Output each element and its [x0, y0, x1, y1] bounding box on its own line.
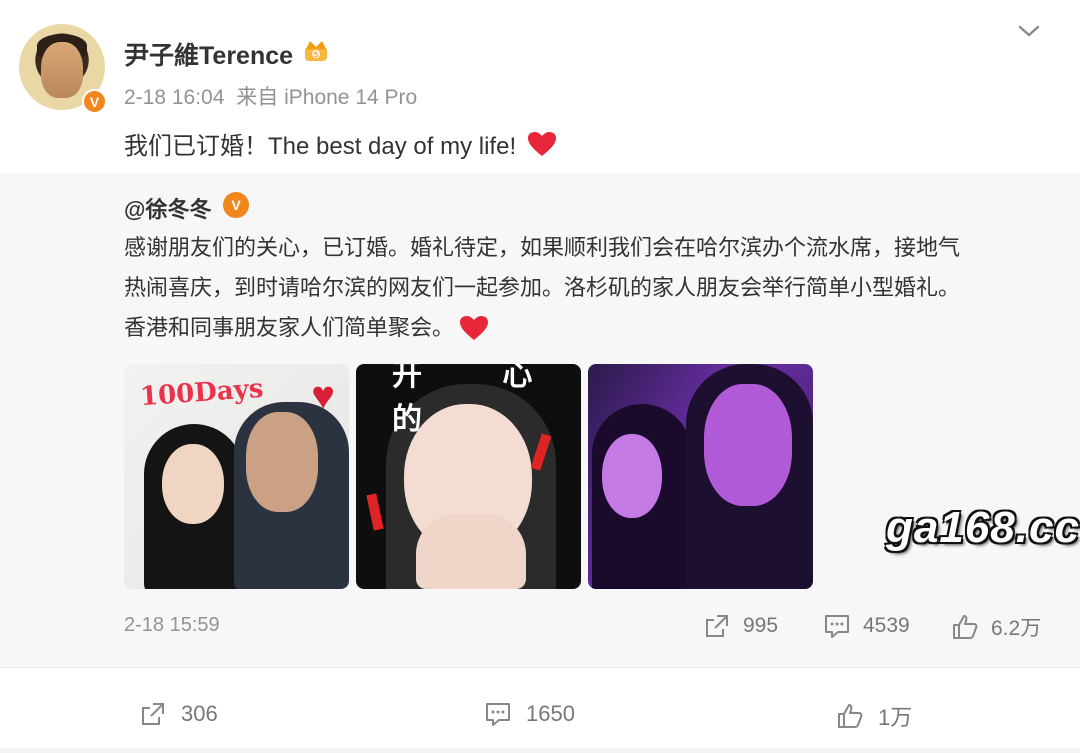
comment-icon: [825, 615, 849, 638]
share-count: 995: [743, 614, 779, 637]
thumbs-up-icon: [953, 615, 978, 639]
repost-timestamp: 2-18 15:59: [124, 614, 220, 636]
post-text-content: 我们已订婚！The best day of my life!: [124, 133, 517, 160]
avatar-face: [41, 42, 83, 98]
chevron-down-icon[interactable]: [1016, 20, 1042, 42]
share-icon: [706, 615, 728, 637]
author-name[interactable]: 尹子維Terence: [124, 36, 293, 72]
share-button[interactable]: 306: [139, 700, 218, 728]
post-meta: 2-18 16:04 来自 iPhone 14 Pro: [124, 81, 417, 111]
like-button[interactable]: 1万: [836, 700, 912, 732]
crown-icon[interactable]: 5: [303, 37, 329, 63]
share-icon: [142, 703, 164, 725]
heart-sticker-icon: ♥: [311, 374, 335, 418]
share-count: 306: [181, 701, 218, 726]
photo-figure: [162, 444, 224, 524]
repost-share-stat[interactable]: 995: [703, 612, 778, 640]
repost-line-text: 香港和同事朋友家人们简单聚会。: [124, 315, 455, 340]
comment-count: 1650: [526, 701, 575, 726]
repost-line: 感谢朋友们的关心，已订婚。婚礼待定，如果顺利我们会在哈尔滨办个流水席，接地气: [124, 235, 961, 260]
repost-line: 香港和同事朋友家人们简单聚会。: [124, 308, 1044, 348]
post-text: 我们已订婚！The best day of my life!: [124, 126, 558, 161]
post-source: 来自 iPhone 14 Pro: [236, 86, 418, 109]
photo-caption-text: 开 心 的: [392, 364, 569, 436]
comment-count: 4539: [863, 614, 910, 637]
photo-sticker-text: 100Days: [139, 373, 265, 413]
weibo-post: V 尹子維Terence 5 2-18 16:04 来自 iPhone 14 P…: [0, 0, 1080, 753]
repost-comment-stat[interactable]: 4539: [823, 612, 910, 640]
comment-icon: [486, 703, 510, 726]
repost-verified-badge-icon: V: [223, 192, 249, 218]
bottom-separator: [0, 748, 1080, 753]
heart-icon: [528, 131, 557, 156]
verified-badge-icon: V: [82, 89, 107, 114]
repost-like-stat[interactable]: 6.2万: [951, 612, 1041, 642]
photo-figure: [602, 434, 662, 518]
repost-body: 感谢朋友们的关心，已订婚。婚礼待定，如果顺利我们会在哈尔滨办个流水席，接地气 热…: [124, 228, 1044, 348]
like-count: 6.2万: [991, 617, 1042, 640]
repost-photo-3[interactable]: [588, 364, 813, 589]
svg-text:5: 5: [314, 51, 318, 59]
photo-figure: [246, 412, 318, 512]
exclamation-sticker-icon: [366, 493, 384, 531]
photo-figure: [416, 514, 526, 589]
site-watermark: ga168.cc: [886, 503, 1080, 552]
comment-button[interactable]: 1650: [484, 700, 575, 728]
repost-line: 热闹喜庆，到时请哈尔滨的网友们一起参加。洛杉矶的家人朋友会举行简单小型婚礼。: [124, 275, 961, 300]
repost-photo-1[interactable]: 100Days ♥: [124, 364, 349, 589]
repost-author-name[interactable]: @徐冬冬: [124, 192, 211, 224]
heart-icon: [460, 316, 489, 340]
thumbs-up-icon: [838, 704, 863, 728]
footer-divider: [0, 667, 1080, 668]
photo-figure: [704, 384, 792, 506]
like-count: 1万: [878, 705, 913, 730]
post-timestamp: 2-18 16:04: [124, 86, 225, 109]
repost-photo-2[interactable]: 开 心 的: [356, 364, 581, 589]
